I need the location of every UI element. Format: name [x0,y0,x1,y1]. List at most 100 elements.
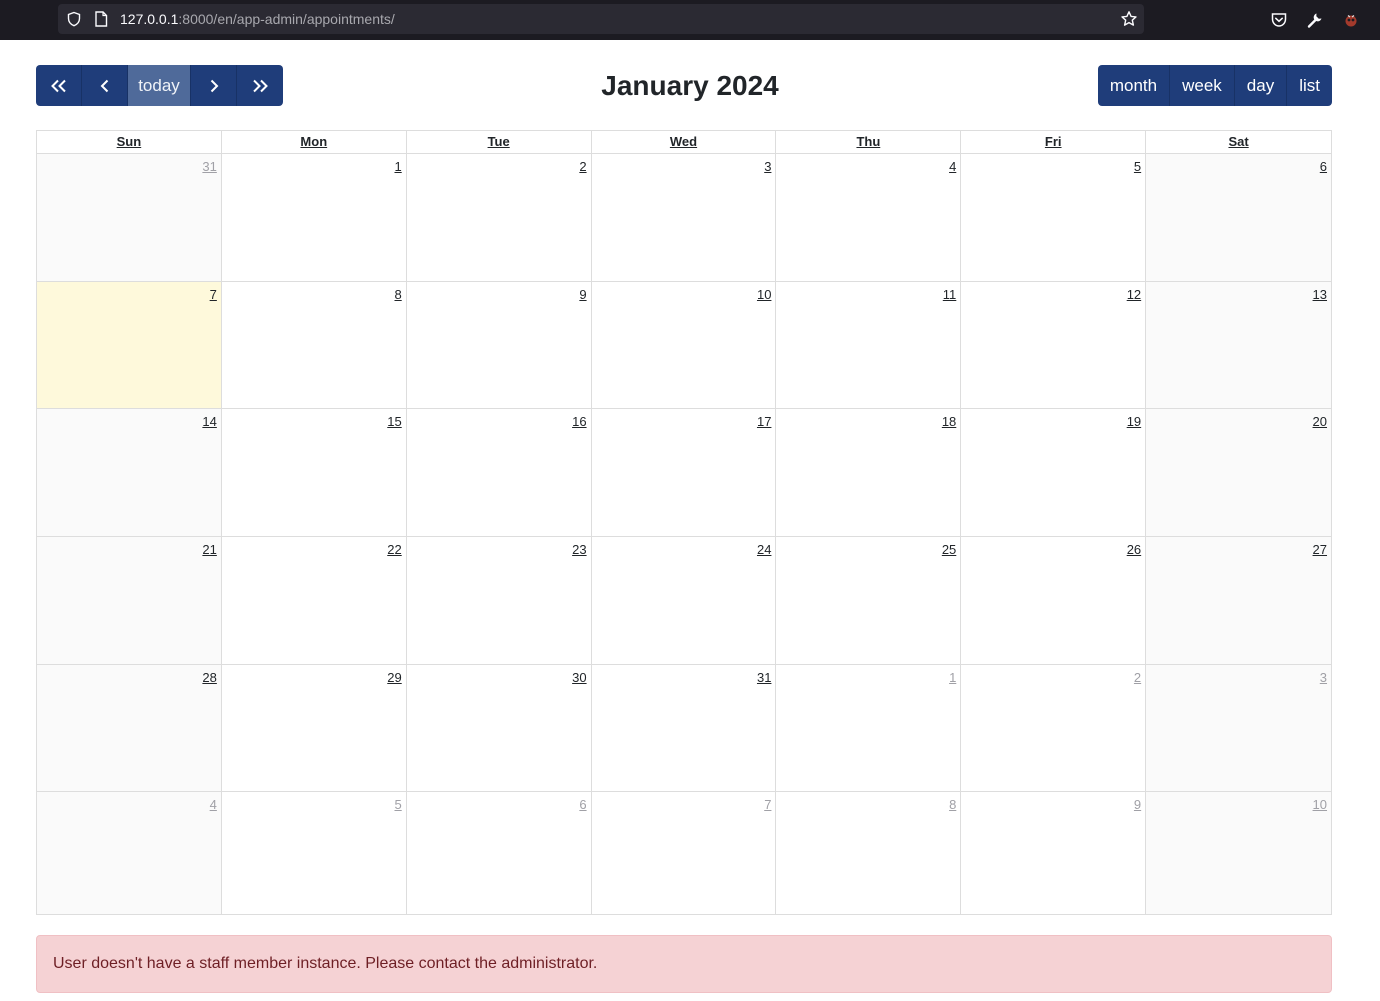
day-number-link[interactable]: 2 [579,159,586,175]
day-number-link[interactable]: 15 [387,414,401,430]
day-number-link[interactable]: 21 [202,542,216,558]
day-number-link[interactable]: 29 [387,670,401,686]
day-cell[interactable]: 3 [591,154,777,281]
weekday-header[interactable]: Sat [1146,131,1331,153]
day-cell[interactable]: 30 [406,664,592,792]
day-number-link[interactable]: 17 [757,414,771,430]
day-cell[interactable]: 12 [961,281,1147,409]
day-cell[interactable]: 24 [591,537,777,664]
day-number-link[interactable]: 10 [1313,797,1327,813]
day-number-link[interactable]: 1 [949,670,956,686]
weekday-header[interactable]: Thu [776,131,962,153]
day-cell[interactable]: 28 [37,664,222,792]
day-number-link[interactable]: 5 [394,797,401,813]
day-cell[interactable]: 15 [221,409,407,537]
day-number-link[interactable]: 9 [579,287,586,303]
day-number-link[interactable]: 27 [1313,542,1327,558]
url-text[interactable]: 127.0.0.1:8000/en/app-admin/appointments… [120,11,395,27]
day-number-link[interactable]: 8 [394,287,401,303]
day-cell[interactable]: 6 [1146,154,1332,281]
day-cell[interactable]: 2 [406,154,592,281]
day-number-link[interactable]: 7 [210,287,217,303]
day-cell[interactable]: 14 [37,409,222,537]
day-number-link[interactable]: 9 [1134,797,1141,813]
weekday-header[interactable]: Tue [407,131,592,153]
day-cell[interactable]: 22 [221,537,407,664]
day-number-link[interactable]: 11 [943,287,957,303]
day-number-link[interactable]: 7 [764,797,771,813]
day-cell[interactable]: 5 [221,792,407,915]
day-number-link[interactable]: 6 [579,797,586,813]
weekday-header[interactable]: Wed [592,131,777,153]
view-day-button[interactable]: day [1234,65,1288,106]
day-number-link[interactable]: 23 [572,542,586,558]
day-cell[interactable]: 17 [591,409,777,537]
day-number-link[interactable]: 20 [1313,414,1327,430]
day-cell-today[interactable]: 7 [37,281,222,409]
wrench-icon[interactable] [1306,11,1324,29]
day-number-link[interactable]: 4 [949,159,956,175]
day-cell[interactable]: 10 [1146,792,1332,915]
day-number-link[interactable]: 12 [1127,287,1141,303]
day-cell[interactable]: 8 [776,792,962,915]
day-cell[interactable]: 1 [221,154,407,281]
day-cell[interactable]: 7 [591,792,777,915]
day-cell[interactable]: 3 [1146,664,1332,792]
day-number-link[interactable]: 26 [1127,542,1141,558]
day-cell[interactable]: 6 [406,792,592,915]
day-cell[interactable]: 31 [37,154,222,281]
day-number-link[interactable]: 25 [942,542,956,558]
day-cell[interactable]: 4 [37,792,222,915]
day-cell[interactable]: 9 [961,792,1147,915]
day-number-link[interactable]: 4 [210,797,217,813]
day-number-link[interactable]: 18 [942,414,956,430]
day-number-link[interactable]: 3 [764,159,771,175]
day-cell[interactable]: 8 [221,281,407,409]
day-cell[interactable]: 26 [961,537,1147,664]
day-cell[interactable]: 19 [961,409,1147,537]
day-cell[interactable]: 9 [406,281,592,409]
day-number-link[interactable]: 14 [202,414,216,430]
pocket-icon[interactable] [1270,11,1288,29]
day-number-link[interactable]: 30 [572,670,586,686]
day-number-link[interactable]: 16 [572,414,586,430]
day-cell[interactable]: 27 [1146,537,1332,664]
day-number-link[interactable]: 22 [387,542,401,558]
day-number-link[interactable]: 1 [394,159,401,175]
weekday-header[interactable]: Mon [222,131,407,153]
bookmark-star-icon[interactable] [1120,10,1138,28]
day-number-link[interactable]: 6 [1320,159,1327,175]
weekday-header[interactable]: Sun [37,131,222,153]
day-number-link[interactable]: 31 [757,670,771,686]
day-cell[interactable]: 1 [776,664,962,792]
day-cell[interactable]: 18 [776,409,962,537]
day-number-link[interactable]: 28 [202,670,216,686]
day-cell[interactable]: 21 [37,537,222,664]
day-cell[interactable]: 11 [776,281,962,409]
day-number-link[interactable]: 8 [949,797,956,813]
day-number-link[interactable]: 31 [202,159,216,175]
day-cell[interactable]: 29 [221,664,407,792]
shield-icon[interactable] [66,11,82,27]
day-number-link[interactable]: 19 [1127,414,1141,430]
day-cell[interactable]: 20 [1146,409,1332,537]
day-cell[interactable]: 16 [406,409,592,537]
weekday-header[interactable]: Fri [961,131,1147,153]
day-number-link[interactable]: 24 [757,542,771,558]
day-cell[interactable]: 2 [961,664,1147,792]
day-number-link[interactable]: 10 [757,287,771,303]
view-week-button[interactable]: week [1170,65,1235,106]
extension-icon[interactable] [1342,11,1360,29]
day-cell[interactable]: 25 [776,537,962,664]
day-cell[interactable]: 23 [406,537,592,664]
view-list-button[interactable]: list [1287,65,1332,106]
day-number-link[interactable]: 13 [1313,287,1327,303]
day-cell[interactable]: 31 [591,664,777,792]
day-cell[interactable]: 5 [961,154,1147,281]
view-month-button[interactable]: month [1097,65,1171,106]
day-cell[interactable]: 4 [776,154,962,281]
day-number-link[interactable]: 5 [1134,159,1141,175]
day-number-link[interactable]: 2 [1134,670,1141,686]
day-cell[interactable]: 10 [591,281,777,409]
day-number-link[interactable]: 3 [1320,670,1327,686]
